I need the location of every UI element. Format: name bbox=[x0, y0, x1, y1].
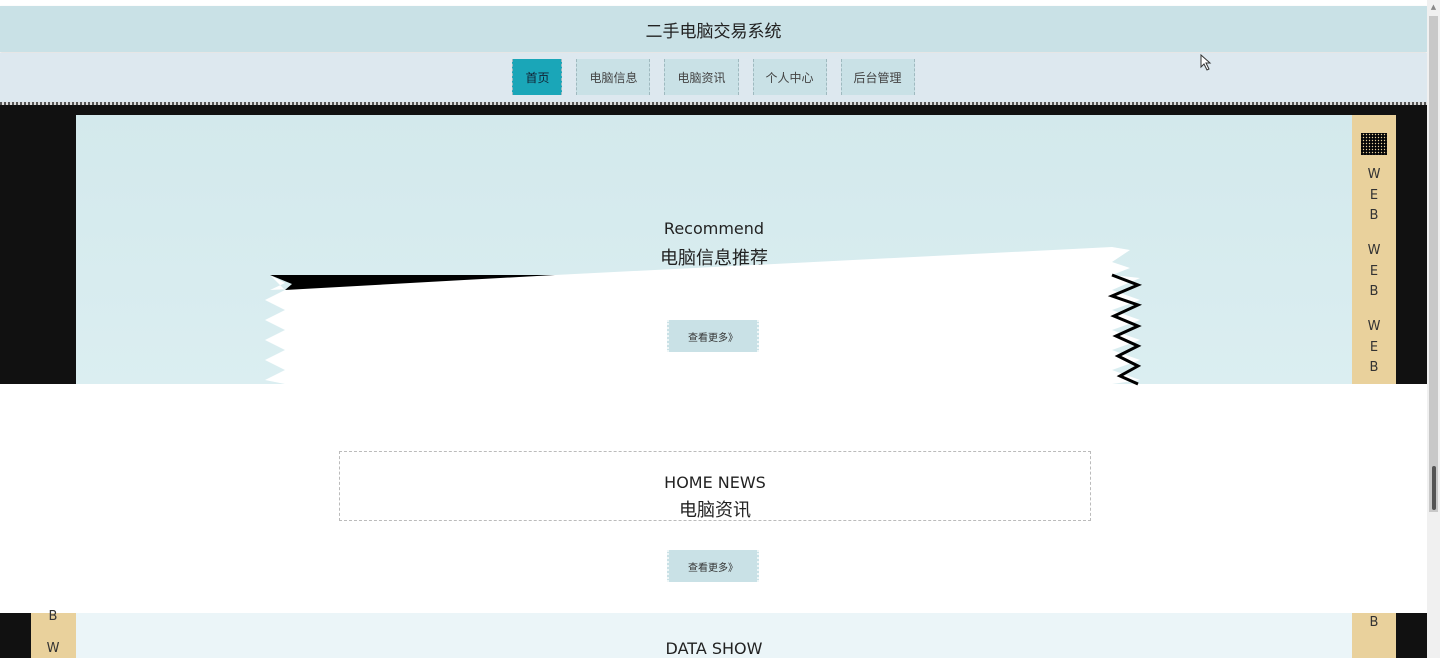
web-letter: B bbox=[1369, 208, 1379, 223]
right-dark-margin bbox=[1396, 105, 1427, 384]
recommend-more-button[interactable]: 查看更多》 bbox=[667, 320, 759, 352]
news-title-en: HOME NEWS bbox=[664, 473, 766, 492]
page: 二手电脑交易系统 首页 电脑信息 电脑资讯 个人中心 后台管理 Recommen… bbox=[0, 0, 1440, 658]
grid-icon bbox=[1361, 133, 1387, 155]
web-letter: E bbox=[1369, 188, 1379, 203]
more-button-label: 查看更多》 bbox=[688, 332, 738, 344]
web-letter: W bbox=[1367, 167, 1381, 182]
news-heading-box: HOME NEWS 电脑资讯 bbox=[339, 451, 1091, 521]
data-show-title: DATA SHOW bbox=[665, 639, 763, 658]
web-letter: W bbox=[1367, 319, 1381, 334]
web-letter: B bbox=[1369, 615, 1379, 630]
web-letter: E bbox=[1369, 264, 1379, 279]
torn-paper-shape bbox=[265, 247, 1140, 384]
web-letter: B bbox=[1369, 360, 1379, 375]
web-vertical-strip: W E B W E B W E B bbox=[1352, 115, 1396, 384]
right-web-strip-bottom: B bbox=[1352, 613, 1396, 658]
left-web-strip: B W bbox=[31, 609, 76, 658]
data-show-section: DATA SHOW bbox=[76, 613, 1352, 658]
web-letter: E bbox=[1369, 340, 1379, 355]
web-letter: B bbox=[1369, 284, 1379, 299]
scroll-up-icon[interactable]: ▲ bbox=[1427, 2, 1440, 12]
vertical-scrollbar[interactable]: ▲ bbox=[1427, 0, 1440, 658]
news-more-button[interactable]: 查看更多》 bbox=[667, 550, 759, 582]
more-button-label: 查看更多》 bbox=[688, 562, 738, 574]
scroll-grip[interactable] bbox=[1432, 466, 1436, 510]
scroll-thumb[interactable] bbox=[1429, 16, 1438, 512]
web-letter: W bbox=[46, 641, 60, 656]
mouse-cursor-icon bbox=[1200, 54, 1212, 71]
web-letter: W bbox=[1367, 243, 1381, 258]
web-letter: B bbox=[48, 609, 58, 624]
news-title-cn: 电脑资讯 bbox=[679, 500, 751, 521]
